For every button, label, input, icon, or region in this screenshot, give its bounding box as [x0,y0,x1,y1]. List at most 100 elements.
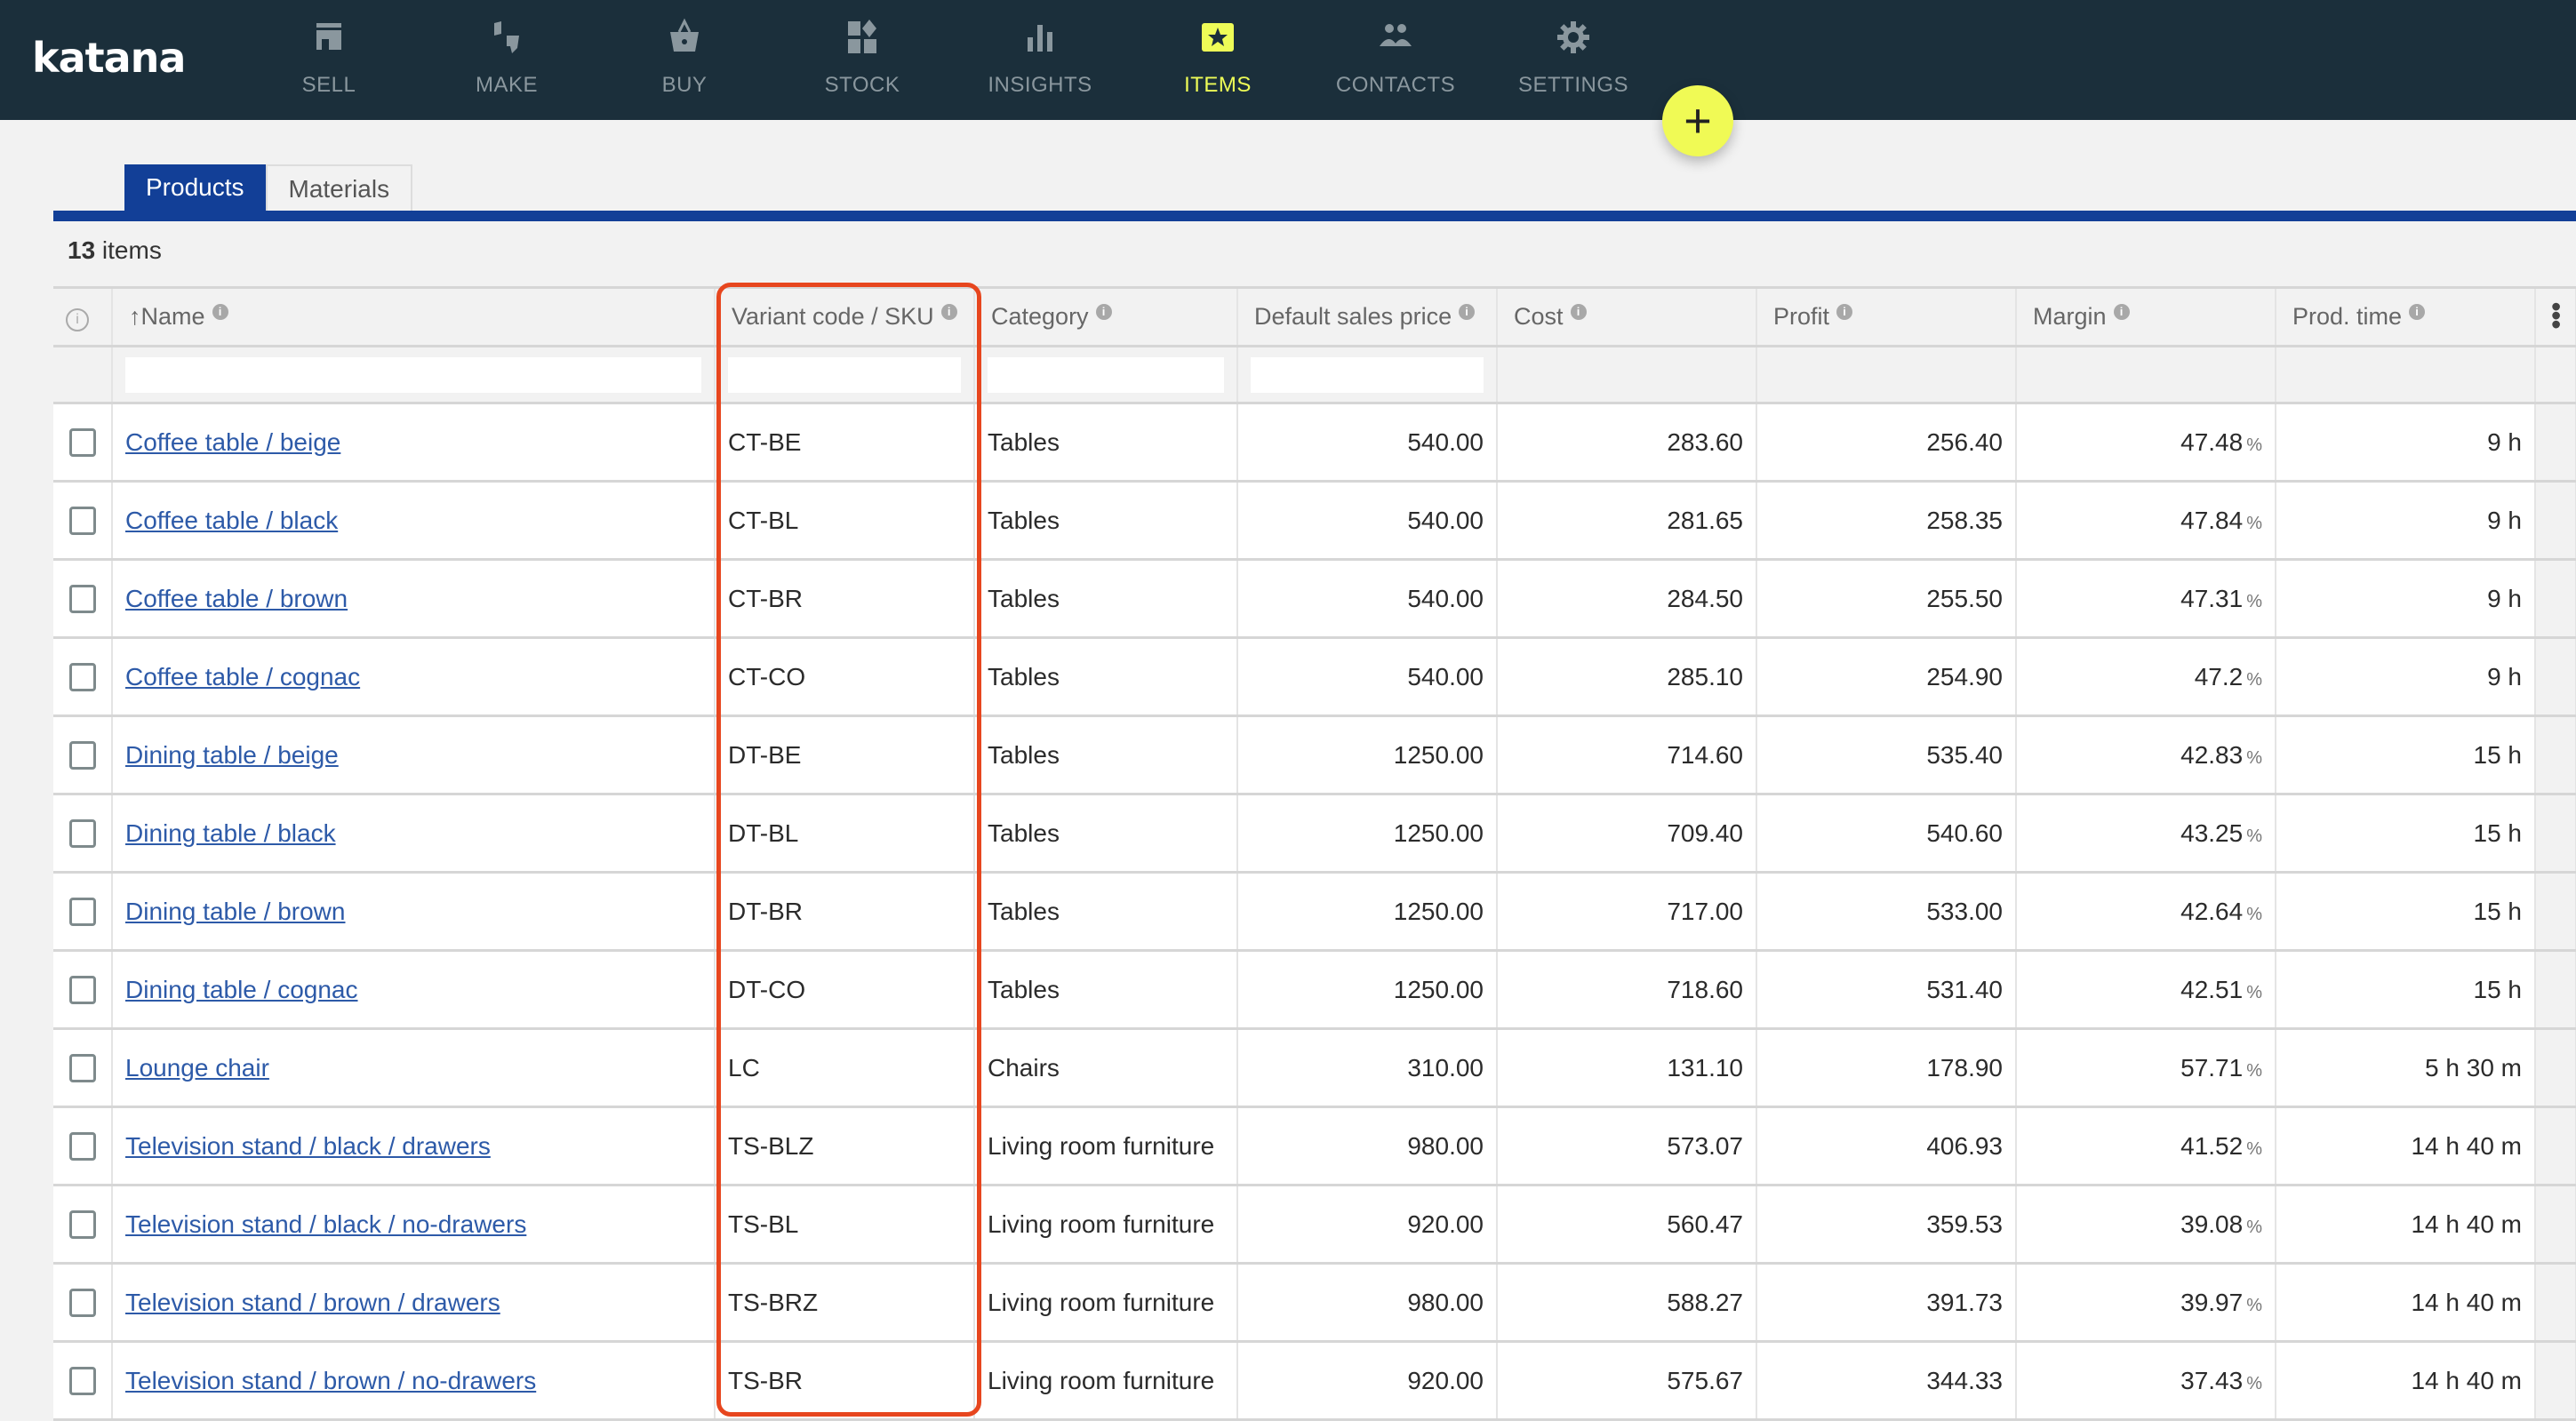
column-options-kebab-icon[interactable]: • • • [2551,292,2561,339]
table-row[interactable]: Coffee table / black CT-BL Tables 540.00 281… [53,481,2576,561]
product-name-link[interactable]: Coffee table / beige [125,428,340,456]
column-header-name[interactable]: ↑Name i [112,286,716,347]
info-icon[interactable]: i [940,304,957,320]
row-checkbox[interactable] [68,1210,96,1240]
margin-value: 43.25 [2180,818,2244,847]
product-name-link[interactable]: Television stand / brown / no-drawers [125,1367,536,1394]
price-cell: 540.00 [1237,403,1498,483]
row-checkbox[interactable] [68,1132,96,1162]
sku-cell: TS-BRZ [715,1263,975,1343]
table-row[interactable]: Television stand / black / no-drawers TS-… [53,1185,2576,1265]
gear-icon [1557,21,1589,53]
nav-item-settings[interactable]: SETTINGS [1498,0,1649,120]
nav-item-insights[interactable]: INSIGHTS [964,0,1116,120]
nav-item-make[interactable]: MAKE [431,0,582,120]
table-row[interactable]: Coffee table / beige CT-BE Tables 540.00 283… [53,403,2576,483]
prod-time-cell: 14 h 40 m [2276,1106,2536,1186]
nav-item-contacts[interactable]: CONTACTS [1320,0,1471,120]
row-checkbox[interactable] [68,1054,96,1083]
row-checkbox[interactable] [68,507,96,536]
name-filter-input[interactable] [125,356,701,393]
table-row[interactable]: Coffee table / brown CT-BR Tables 540.00 284… [53,559,2576,639]
table-row[interactable]: Lounge chair LC Chairs 310.00 131.10 178.90 57… [53,1028,2576,1108]
column-header-cost[interactable]: Cost i [1497,286,1757,347]
product-name-link[interactable]: Dining table / beige [125,741,339,769]
product-name-link[interactable]: Dining table / black [125,819,336,847]
price-filter-input[interactable] [1251,356,1484,393]
margin-value: 41.52 [2180,1131,2244,1160]
row-checkbox[interactable] [68,819,96,849]
info-icon[interactable]: i [1570,304,1587,320]
nav-item-items[interactable]: ITEMS [1142,0,1293,120]
column-header-price[interactable]: Default sales price i [1237,286,1498,347]
row-checkbox[interactable] [68,898,96,927]
sku-filter-input[interactable] [728,356,961,393]
table-row[interactable]: Television stand / brown / no-drawers TS-… [53,1341,2576,1421]
info-icon[interactable]: i [2113,304,2130,320]
margin-cell: 42.83% [2016,715,2276,795]
row-checkbox[interactable] [68,585,96,614]
nav-item-buy[interactable]: BUY [609,0,760,120]
column-header-category[interactable]: Category i [974,286,1238,347]
column-header-profit[interactable]: Profit i [1756,286,2017,347]
cost-cell: 717.00 [1497,872,1757,952]
margin-value: 42.64 [2180,897,2244,925]
katana-logo[interactable]: katana [32,34,186,82]
tab-materials[interactable]: Materials [265,164,413,211]
product-name-link[interactable]: Coffee table / cognac [125,663,360,691]
table-row[interactable]: Television stand / black / drawers TS-BLZ… [53,1106,2576,1186]
column-header-prod-time[interactable]: Prod. time i [2276,286,2536,347]
product-name-link[interactable]: Coffee table / brown [125,585,348,612]
product-name-link[interactable]: Television stand / black / drawers [125,1132,491,1160]
sku-cell: DT-BL [715,794,975,874]
price-cell: 980.00 [1237,1106,1498,1186]
nav-item-label: SETTINGS [1517,73,1628,97]
info-circle-icon[interactable]: i [66,308,89,331]
row-spacer [2535,1341,2576,1421]
cost-cell: 714.60 [1497,715,1757,795]
table-row[interactable]: Dining table / cognac DT-CO Tables 1250.00 7… [53,950,2576,1030]
nav-item-sell[interactable]: SELL [253,0,404,120]
margin-value: 39.97 [2180,1288,2244,1316]
row-checkbox[interactable] [68,1289,96,1318]
product-name-link[interactable]: Dining table / brown [125,898,345,925]
row-checkbox[interactable] [68,976,96,1005]
info-icon[interactable]: i [2409,304,2426,320]
category-filter-input[interactable] [988,356,1224,393]
table-row[interactable]: Television stand / brown / drawers TS-BRZ… [53,1263,2576,1343]
column-header-sku[interactable]: Variant code / SKU i [715,286,975,347]
nav-item-label: BUY [661,73,708,97]
nav-item-stock[interactable]: STOCK [787,0,938,120]
table-row[interactable]: Dining table / beige DT-BE Tables 1250.00 71… [53,715,2576,795]
table-row[interactable]: Dining table / black DT-BL Tables 1250.00 70… [53,794,2576,874]
product-name-link[interactable]: Lounge chair [125,1054,269,1082]
product-name-link[interactable]: Television stand / brown / drawers [125,1289,500,1316]
tab-products[interactable]: Products [124,164,266,211]
info-icon[interactable]: i [212,304,228,320]
product-name-link[interactable]: Television stand / black / no-drawers [125,1210,526,1238]
category-cell: Tables [974,794,1238,874]
row-checkbox[interactable] [68,663,96,692]
column-header-margin[interactable]: Margin i [2016,286,2276,347]
sku-cell: TS-BLZ [715,1106,975,1186]
row-checkbox[interactable] [68,741,96,770]
filter-empty [1756,346,2017,404]
table-row[interactable]: Dining table / brown DT-BR Tables 1250.00 71… [53,872,2576,952]
filter-empty [2016,346,2276,404]
row-checkbox[interactable] [68,1367,96,1396]
product-name-link[interactable]: Coffee table / black [125,507,338,534]
add-button[interactable]: + [1662,85,1733,156]
price-cell: 1250.00 [1237,715,1498,795]
category-cell: Tables [974,950,1238,1030]
info-icon[interactable]: i [1095,304,1112,320]
price-cell: 540.00 [1237,637,1498,717]
percent-unit: % [2246,513,2262,533]
price-cell: 540.00 [1237,559,1498,639]
product-name-link[interactable]: Dining table / cognac [125,976,358,1003]
table-row[interactable]: Coffee table / cognac CT-CO Tables 540.00 28… [53,637,2576,717]
row-checkbox[interactable] [68,428,96,458]
info-icon[interactable]: i [1836,304,1853,320]
info-icon[interactable]: i [1459,304,1476,320]
category-cell: Tables [974,559,1238,639]
percent-unit: % [2246,904,2262,924]
